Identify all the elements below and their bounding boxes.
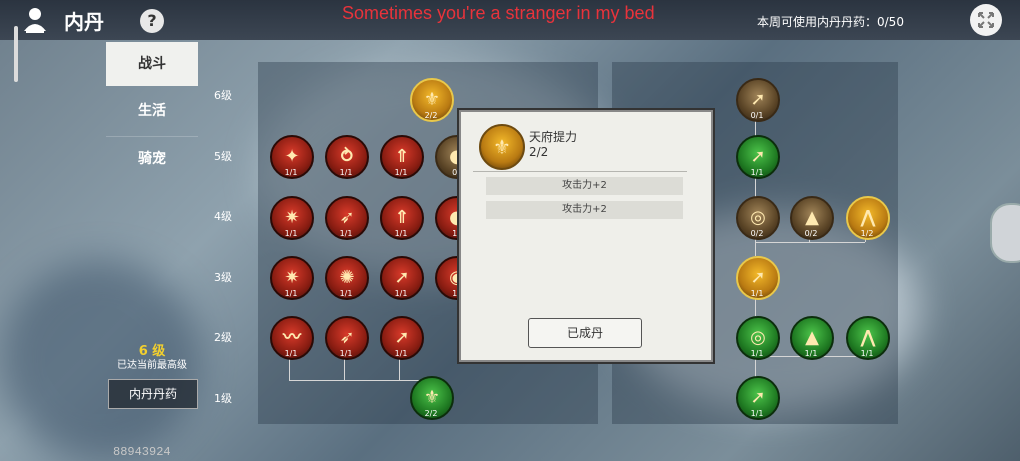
- skill-node-count: 1/1: [284, 229, 298, 238]
- close-arrows-icon[interactable]: [970, 4, 1002, 36]
- skill-node-count: 1/1: [750, 349, 764, 358]
- level-label: 4级: [214, 210, 232, 223]
- skill-icon: ⚜: [479, 124, 525, 170]
- skill-node-count: 1/1: [284, 289, 298, 298]
- lyric-overlay: Sometimes you're a stranger in my bed: [342, 3, 655, 23]
- page-title: 内丹: [64, 10, 104, 34]
- side-chat-handle[interactable]: [990, 203, 1020, 263]
- skill-node-count: 2/2: [424, 111, 438, 120]
- skill-node-count: 1/1: [339, 289, 353, 298]
- level-label: 1级: [214, 392, 232, 405]
- skill-node-count: 1/1: [394, 229, 408, 238]
- level-label: 5级: [214, 150, 232, 163]
- skill-node-count: 1/1: [860, 349, 874, 358]
- skill-node-count: 0/1: [750, 111, 764, 120]
- stat-line: 攻击力+2: [486, 201, 683, 219]
- level-label: 2级: [214, 331, 232, 344]
- help-button[interactable]: ?: [140, 9, 164, 33]
- skill-node-count: 0/2: [804, 229, 818, 238]
- max-level-note: 已达当前最高级: [117, 360, 187, 371]
- level-label: 3级: [214, 271, 232, 284]
- tab-combat[interactable]: 战斗: [106, 42, 198, 86]
- skill-node-count: 1/2: [860, 229, 874, 238]
- skill-node-count: 1/1: [284, 349, 298, 358]
- skill-node-count: 0/2: [750, 229, 764, 238]
- tab-life[interactable]: 生活: [106, 89, 198, 133]
- player-id: 88943924: [113, 445, 171, 459]
- skill-node-count: 1/1: [339, 168, 353, 177]
- skill-node-count: 1/1: [750, 289, 764, 298]
- skill-node-count: 1/1: [339, 229, 353, 238]
- skill-node-count: 1/1: [750, 168, 764, 177]
- level-label: 6级: [214, 89, 232, 102]
- tab-mount[interactable]: 骑宠: [106, 136, 198, 181]
- skill-name: 天府提力: [529, 130, 578, 144]
- skill-node-count: 1/1: [804, 349, 818, 358]
- stat-line: 攻击力+2: [486, 177, 683, 195]
- tree-connector: [289, 380, 430, 381]
- character-icon: [24, 8, 46, 33]
- skill-node-count: 1/1: [339, 349, 353, 358]
- skill-node-count: 1/1: [394, 168, 408, 177]
- skill-count: 2/2: [529, 145, 549, 159]
- tree-connector: [755, 242, 865, 243]
- completed-button[interactable]: 已成丹: [528, 318, 642, 348]
- divider: [473, 171, 687, 172]
- tree-connector: [755, 178, 756, 198]
- skill-node-count: 1/1: [394, 289, 408, 298]
- scroll-indicator[interactable]: [14, 26, 18, 82]
- skill-node-count: 1/1: [284, 168, 298, 177]
- skill-node-count: 1/1: [394, 349, 408, 358]
- weekly-usage-text: 本周可使用内丹丹药：0/50: [757, 15, 904, 29]
- pill-medicine-button[interactable]: 内丹丹药: [108, 379, 198, 409]
- skill-node-count: 2/2: [424, 409, 438, 418]
- tree-connector: [755, 238, 756, 256]
- skill-node-count: 1/1: [750, 409, 764, 418]
- tree-connector: [755, 358, 756, 378]
